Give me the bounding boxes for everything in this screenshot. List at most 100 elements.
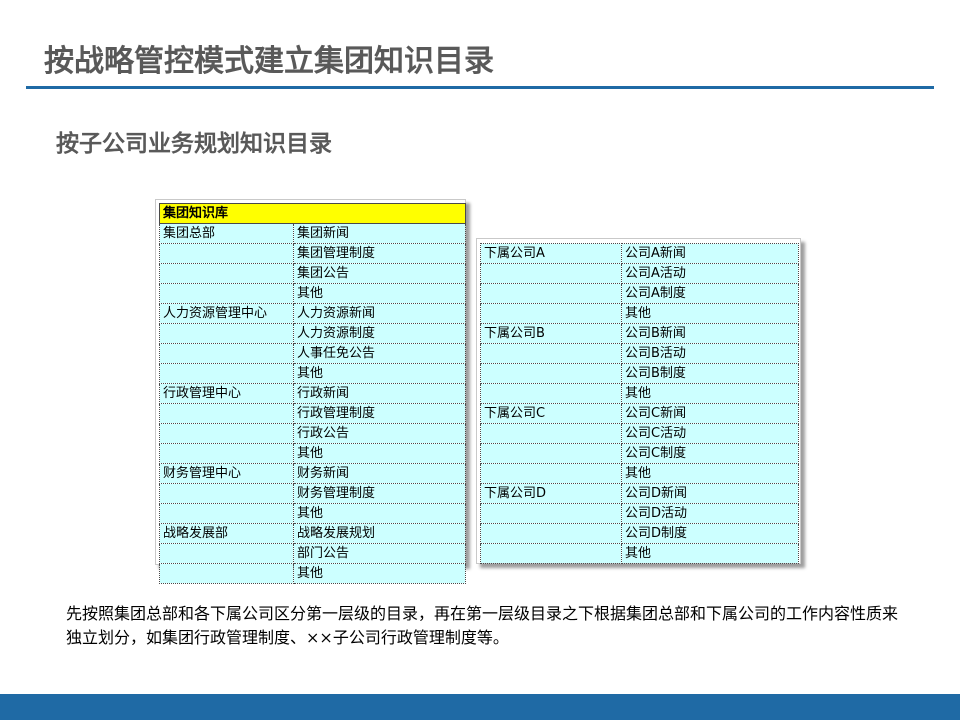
item-cell: 其他 xyxy=(621,383,799,404)
item-cell: 战略发展规划 xyxy=(292,523,467,544)
item-cell: 公司B新闻 xyxy=(621,323,799,344)
table-row: 部门公告 xyxy=(159,543,467,564)
slide-title: 按战略管控模式建立集团知识目录 xyxy=(44,44,494,79)
item-cell: 公司C活动 xyxy=(621,423,799,444)
table-row: 其他 xyxy=(480,543,799,564)
table-row: 其他 xyxy=(159,363,467,384)
table-row: 公司D活动 xyxy=(480,503,799,524)
category-cell xyxy=(480,463,622,484)
table-row: 公司B活动 xyxy=(480,343,799,364)
item-cell: 其他 xyxy=(621,543,799,564)
category-cell xyxy=(480,443,622,464)
table-row: 其他 xyxy=(159,563,467,584)
table-row: 人事任免公告 xyxy=(159,343,467,364)
category-cell: 战略发展部 xyxy=(159,523,294,544)
category-cell xyxy=(159,283,294,304)
category-cell: 下属公司A xyxy=(480,243,622,264)
table-row: 公司C活动 xyxy=(480,423,799,444)
category-cell xyxy=(480,263,622,284)
table-row: 其他 xyxy=(480,303,799,324)
item-cell: 公司B制度 xyxy=(621,363,799,384)
group-knowledge-table-panel: 集团知识库 集团总部 集团新闻 集团管理制度 集团公告 其他 人力资源管理中心 人力资源新闻… xyxy=(155,199,467,584)
category-cell xyxy=(480,523,622,544)
category-cell: 下属公司C xyxy=(480,403,622,424)
item-cell: 行政新闻 xyxy=(292,383,467,404)
table-row: 其他 xyxy=(159,503,467,524)
category-cell xyxy=(159,423,294,444)
table-row: 战略发展部 战略发展规划 xyxy=(159,523,467,544)
table-row: 公司C制度 xyxy=(480,443,799,464)
table-row: 其他 xyxy=(480,463,799,484)
item-cell: 其他 xyxy=(292,283,467,304)
table-row: 其他 xyxy=(159,283,467,304)
table-header-row: 集团知识库 xyxy=(158,203,467,224)
category-cell xyxy=(159,503,294,524)
category-cell xyxy=(480,303,622,324)
table-row: 公司A制度 xyxy=(480,283,799,304)
item-cell: 行政管理制度 xyxy=(292,403,467,424)
table-row: 公司A活动 xyxy=(480,263,799,284)
table-row: 公司D制度 xyxy=(480,523,799,544)
item-cell: 公司A新闻 xyxy=(621,243,799,264)
table-row: 其他 xyxy=(159,443,467,464)
category-cell xyxy=(480,503,622,524)
table-row: 集团管理制度 xyxy=(159,243,467,264)
category-cell xyxy=(159,403,294,424)
table-row: 财务管理制度 xyxy=(159,483,467,504)
table-row: 下属公司B 公司B新闻 xyxy=(480,323,799,344)
item-cell: 其他 xyxy=(292,563,467,584)
item-cell: 人力资源新闻 xyxy=(292,303,467,324)
category-cell xyxy=(159,343,294,364)
item-cell: 人事任免公告 xyxy=(292,343,467,364)
item-cell: 其他 xyxy=(292,363,467,384)
item-cell: 其他 xyxy=(621,303,799,324)
category-cell: 行政管理中心 xyxy=(159,383,294,404)
category-cell xyxy=(480,383,622,404)
item-cell: 财务新闻 xyxy=(292,463,467,484)
item-cell: 人力资源制度 xyxy=(292,323,467,344)
category-cell xyxy=(480,283,622,304)
table-row: 行政管理制度 xyxy=(159,403,467,424)
category-cell xyxy=(480,423,622,444)
item-cell: 公司C制度 xyxy=(621,443,799,464)
category-cell xyxy=(159,363,294,384)
table-row: 公司B制度 xyxy=(480,363,799,384)
category-cell xyxy=(159,243,294,264)
category-cell xyxy=(480,363,622,384)
subsidiary-knowledge-table: 下属公司A 公司A新闻 公司A活动 公司A制度 其他 下属公司B 公司B新闻 公司B活动 公司B… xyxy=(480,243,799,564)
category-cell xyxy=(159,323,294,344)
item-cell: 财务管理制度 xyxy=(292,483,467,504)
category-cell xyxy=(159,563,294,584)
item-cell: 部门公告 xyxy=(292,543,467,564)
item-cell: 公司A活动 xyxy=(621,263,799,284)
item-cell: 集团公告 xyxy=(292,263,467,284)
item-cell: 公司D新闻 xyxy=(621,483,799,504)
item-cell: 集团新闻 xyxy=(292,223,467,244)
group-knowledge-table: 集团知识库 集团总部 集团新闻 集团管理制度 集团公告 其他 人力资源管理中心 人力资源新闻… xyxy=(158,203,467,584)
footer-bar xyxy=(0,694,960,720)
table-row: 下属公司D 公司D新闻 xyxy=(480,483,799,504)
table-row: 下属公司A 公司A新闻 xyxy=(480,243,799,264)
item-cell: 公司C新闻 xyxy=(621,403,799,424)
table-row: 人力资源管理中心 人力资源新闻 xyxy=(159,303,467,324)
item-cell: 其他 xyxy=(621,463,799,484)
category-cell xyxy=(159,543,294,564)
table-row: 下属公司C 公司C新闻 xyxy=(480,403,799,424)
category-cell: 财务管理中心 xyxy=(159,463,294,484)
item-cell: 公司B活动 xyxy=(621,343,799,364)
item-cell: 公司D制度 xyxy=(621,523,799,544)
category-cell: 下属公司D xyxy=(480,483,622,504)
category-cell xyxy=(159,483,294,504)
item-cell: 其他 xyxy=(292,443,467,464)
category-cell: 集团总部 xyxy=(159,223,294,244)
table-row: 其他 xyxy=(480,383,799,404)
category-cell xyxy=(159,263,294,284)
category-cell: 下属公司B xyxy=(480,323,622,344)
table-row: 人力资源制度 xyxy=(159,323,467,344)
table-row: 集团公告 xyxy=(159,263,467,284)
table-row: 财务管理中心 财务新闻 xyxy=(159,463,467,484)
category-cell xyxy=(480,343,622,364)
item-cell: 集团管理制度 xyxy=(292,243,467,264)
category-cell xyxy=(480,543,622,564)
item-cell: 其他 xyxy=(292,503,467,524)
